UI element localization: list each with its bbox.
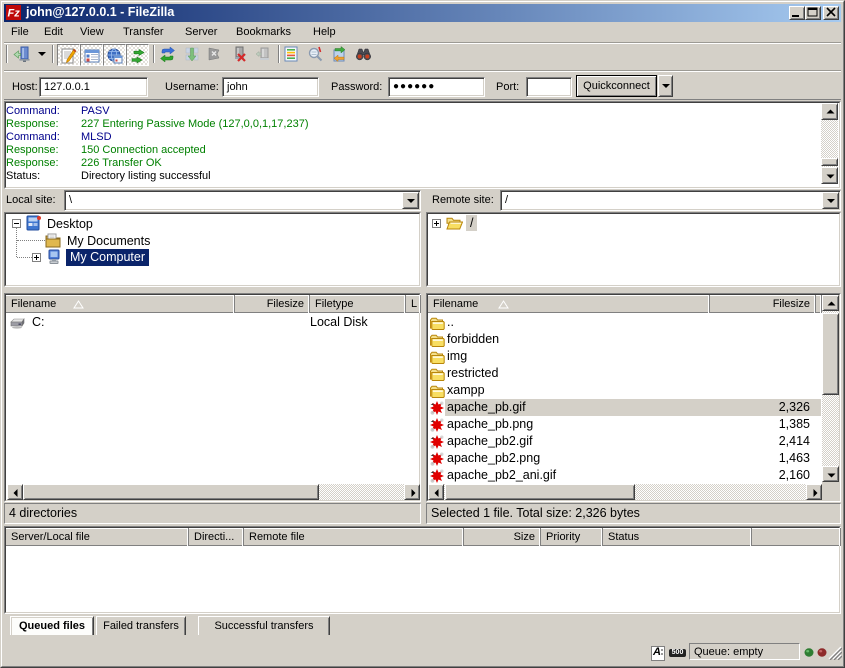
svg-text:Fz: Fz bbox=[8, 8, 21, 20]
